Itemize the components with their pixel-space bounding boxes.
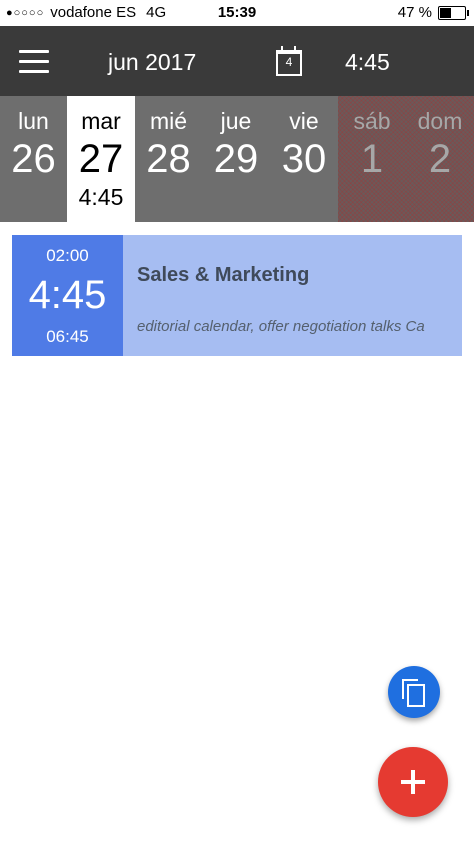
day-number: 1 bbox=[360, 137, 384, 181]
event-title: Sales & Marketing bbox=[137, 264, 310, 286]
status-bar: ●○○○○ vodafone ES 4G 15:39 47 % bbox=[0, 0, 474, 26]
day-name: dom bbox=[417, 108, 463, 134]
event-time-box: 02:00 4:45 06:45 bbox=[12, 235, 123, 356]
header-time: 4:45 bbox=[345, 49, 390, 75]
calendar-today-icon[interactable]: 4 bbox=[276, 46, 302, 76]
day-number: 26 bbox=[11, 137, 56, 181]
day-number: 30 bbox=[281, 137, 327, 181]
day-mie[interactable]: mié 28 bbox=[135, 96, 202, 222]
day-number: 29 bbox=[213, 137, 259, 181]
menu-icon[interactable] bbox=[19, 50, 49, 73]
day-name: mar bbox=[81, 108, 121, 134]
day-sab[interactable]: sáb 1 bbox=[338, 96, 406, 222]
battery-percent: 47 % bbox=[397, 4, 432, 21]
today-day-number: 4 bbox=[285, 55, 293, 69]
day-name: sáb bbox=[353, 108, 391, 134]
day-lun[interactable]: lun 26 bbox=[0, 96, 67, 222]
add-event-button[interactable] bbox=[378, 747, 448, 817]
battery-icon bbox=[438, 5, 469, 20]
copy-icon bbox=[402, 679, 426, 707]
day-jue[interactable]: jue 29 bbox=[202, 96, 270, 222]
copy-button[interactable] bbox=[388, 666, 440, 718]
day-dom[interactable]: dom 2 bbox=[406, 96, 474, 222]
day-name: lun bbox=[18, 108, 49, 134]
day-name: jue bbox=[220, 108, 252, 134]
event-card[interactable]: 02:00 4:45 06:45 Sales & Marketing edito… bbox=[12, 235, 462, 356]
status-right: 47 % bbox=[397, 4, 469, 21]
day-mar-selected[interactable]: mar 27 4:45 bbox=[67, 96, 135, 222]
event-duration: 4:45 bbox=[28, 273, 107, 317]
event-start-time: 02:00 bbox=[46, 246, 89, 265]
app-header: jun 2017 4 4:45 bbox=[0, 26, 474, 96]
plus-icon bbox=[401, 770, 425, 794]
day-vie[interactable]: vie 30 bbox=[270, 96, 338, 222]
day-number: 28 bbox=[146, 137, 191, 181]
month-title[interactable]: jun 2017 bbox=[108, 49, 196, 76]
day-time: 4:45 bbox=[78, 184, 124, 210]
event-end-time: 06:45 bbox=[46, 327, 89, 346]
day-name: vie bbox=[289, 108, 319, 134]
day-number: 2 bbox=[428, 137, 452, 181]
week-strip: lun 26 mar 27 4:45 mié 28 jue 29 vie 30 … bbox=[0, 96, 474, 222]
event-description: editorial calendar, offer negotiation ta… bbox=[137, 318, 425, 335]
day-name: mié bbox=[149, 108, 188, 134]
day-number: 27 bbox=[78, 137, 124, 181]
